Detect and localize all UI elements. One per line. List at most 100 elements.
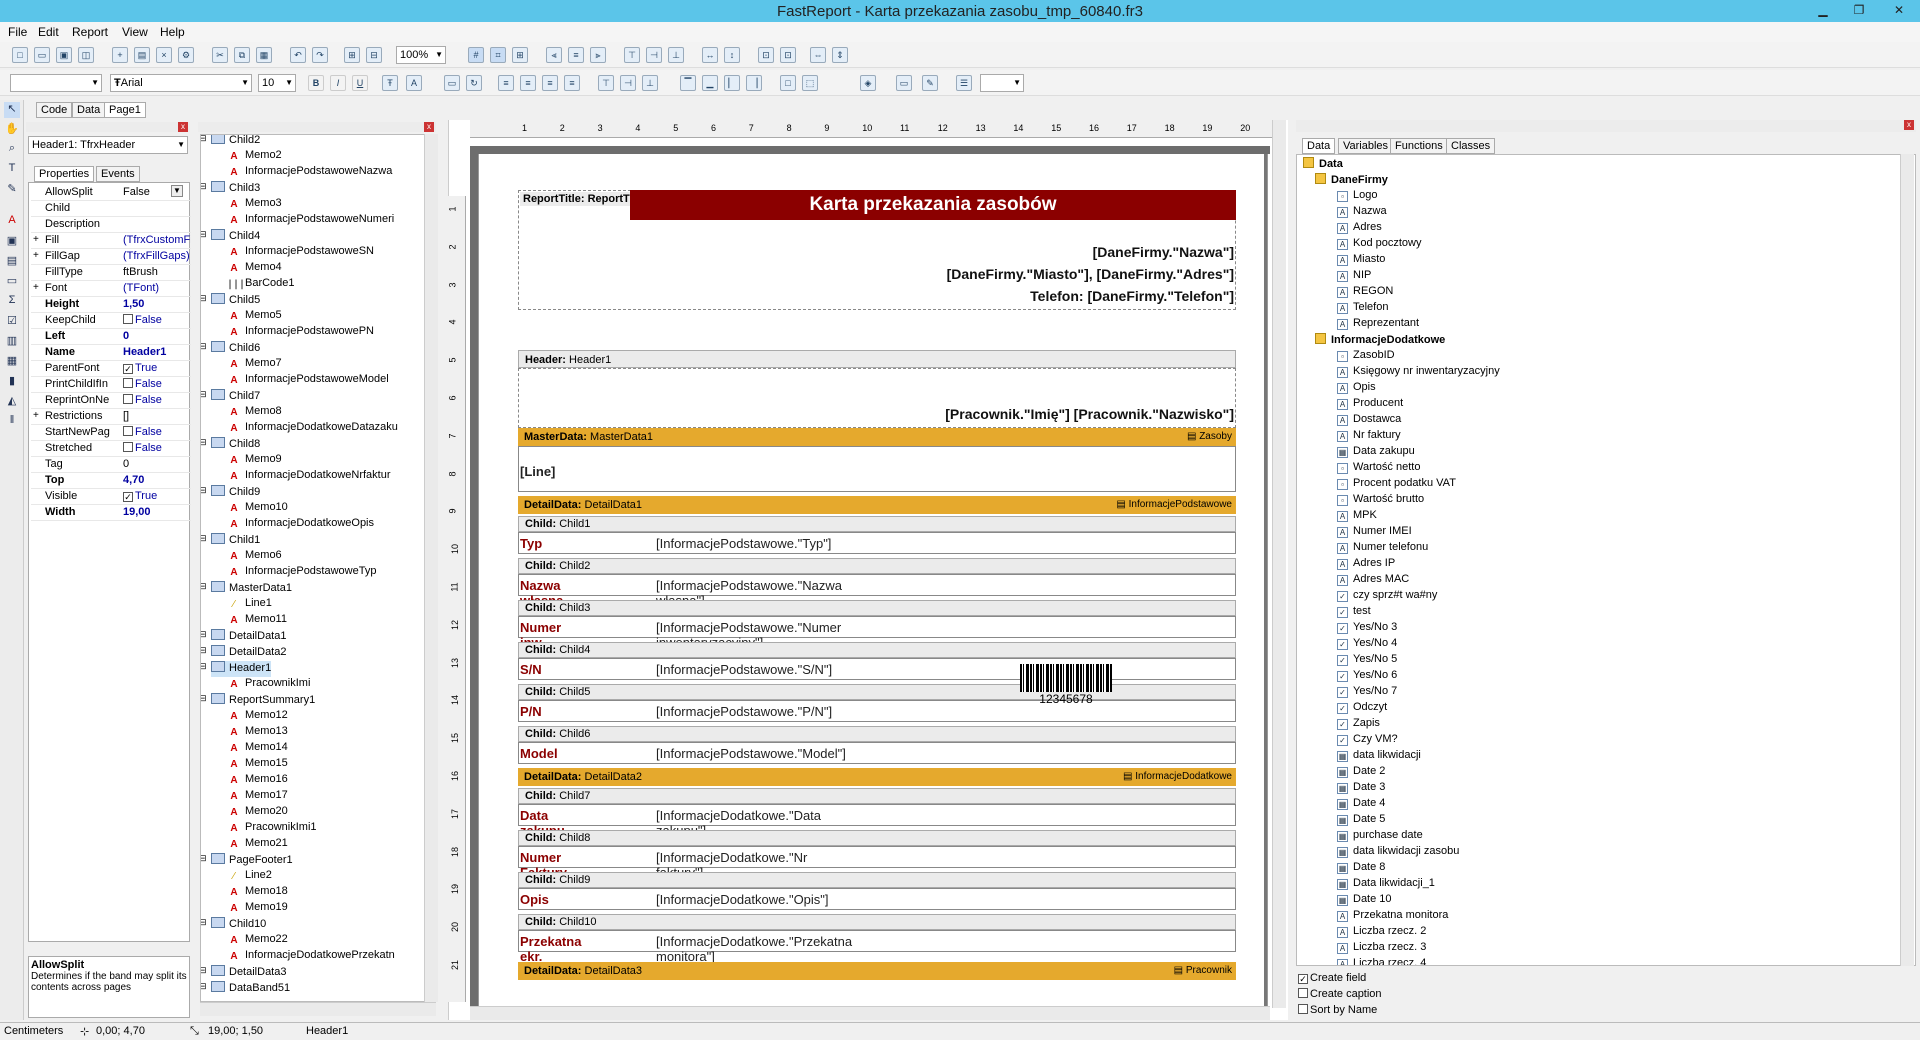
- collapse-icon[interactable]: ⊟: [201, 645, 207, 656]
- preview-icon[interactable]: ◫: [78, 47, 94, 63]
- font-name-combo[interactable]: ŦArial ▼: [110, 74, 252, 92]
- tree-object-node[interactable]: A Memo7: [227, 357, 281, 373]
- company-name-field[interactable]: [DaneFirmy."Nazwa"]: [860, 244, 1234, 260]
- tree-band-node[interactable]: DataBand51: [211, 981, 290, 997]
- collapse-icon[interactable]: ⊟: [201, 485, 207, 496]
- tree-object-node[interactable]: A Memo6: [227, 549, 281, 565]
- tab-page1[interactable]: Page1: [104, 102, 146, 118]
- align-right-icon[interactable]: ⫸: [590, 47, 606, 63]
- save-icon[interactable]: ▣: [56, 47, 72, 63]
- property-value[interactable]: 19,00: [123, 506, 191, 518]
- tree-object-node[interactable]: A Memo4: [227, 261, 281, 277]
- option-2[interactable]: Sort by Name: [1298, 1004, 1377, 1016]
- data-tree-scrollbar[interactable]: [1900, 154, 1914, 966]
- tree-object-node[interactable]: ⁄ Line1: [227, 597, 272, 613]
- checkbox-icon[interactable]: ✓: [123, 492, 133, 502]
- data-field[interactable]: [InformacjePodstawowe."Typ"]: [656, 536, 831, 551]
- field-caption[interactable]: Model: [520, 746, 558, 761]
- object-selector[interactable]: Header1: TfrxHeader ▼: [28, 136, 188, 154]
- data-field-node[interactable]: A Reprezentant: [1337, 317, 1419, 333]
- new-icon[interactable]: □: [12, 47, 28, 63]
- fill-color-icon[interactable]: ◈: [860, 75, 876, 91]
- option-1[interactable]: Create caption: [1298, 988, 1382, 1000]
- property-row[interactable]: AllowSplit False: [31, 185, 191, 201]
- align-middle-icon[interactable]: ⊣: [646, 47, 662, 63]
- property-row[interactable]: ParentFont ✓ True: [31, 361, 191, 377]
- copy-icon[interactable]: ⧉: [234, 47, 250, 63]
- child-band-caption[interactable]: Child: Child10: [518, 914, 1236, 930]
- checkbox-icon[interactable]: [123, 426, 133, 436]
- collapse-icon[interactable]: ⊟: [201, 693, 207, 704]
- property-value[interactable]: False: [123, 442, 191, 454]
- child-band-caption[interactable]: Child: Child1: [518, 516, 1236, 532]
- child-band-caption[interactable]: Child: Child5: [518, 684, 1236, 700]
- data-field-node[interactable]: A Adres IP: [1337, 557, 1395, 573]
- property-row[interactable]: Stretched False: [31, 441, 191, 457]
- tree-object-node[interactable]: A Memo11: [227, 613, 287, 629]
- tree-object-node[interactable]: A Memo10: [227, 501, 287, 517]
- tree-band-node[interactable]: Child7: [211, 389, 260, 405]
- tree-object-node[interactable]: A PracownikImi1: [227, 821, 316, 837]
- expand-icon[interactable]: +: [33, 282, 39, 293]
- field-caption[interactable]: P/N: [520, 704, 542, 719]
- align-bottom-icon[interactable]: ⊥: [668, 47, 684, 63]
- property-row[interactable]: FillType ftBrush: [31, 265, 191, 281]
- tree-band-node[interactable]: Child3: [211, 181, 260, 197]
- tree-object-node[interactable]: A InformacjePodstawoweSN: [227, 245, 374, 261]
- tree-object-node[interactable]: |||BarCode1: [227, 277, 295, 293]
- checkbox-object-icon[interactable]: ☑: [4, 314, 20, 330]
- report-title-text[interactable]: Karta przekazania zasobów: [630, 190, 1236, 220]
- style-combo[interactable]: ▼: [10, 74, 102, 92]
- tree-object-node[interactable]: A InformacjePodstawoweNumeri: [227, 213, 394, 229]
- data-field-node[interactable]: A Dostawca: [1337, 413, 1401, 429]
- data-field-node[interactable]: A Miasto: [1337, 253, 1385, 269]
- close-icon[interactable]: x: [1904, 120, 1914, 130]
- tree-object-node[interactable]: A InformacjeDodatkoweDatazaku: [227, 421, 397, 437]
- paste-icon[interactable]: ▦: [256, 47, 272, 63]
- tree-hscrollbar[interactable]: [200, 1002, 436, 1016]
- property-value[interactable]: False: [123, 314, 191, 326]
- undo-icon[interactable]: ↶: [290, 47, 306, 63]
- zoom-combo[interactable]: 100% ▼: [396, 46, 446, 64]
- property-row[interactable]: + Font (TFont): [31, 281, 191, 297]
- highlight-icon[interactable]: ▭: [444, 75, 460, 91]
- tab-functions[interactable]: Functions: [1390, 138, 1448, 154]
- datasource-node[interactable]: DaneFirmy: [1315, 173, 1388, 189]
- space-horz-icon[interactable]: ↔: [702, 47, 718, 63]
- child-band[interactable]: [518, 532, 1236, 554]
- data-field-node[interactable]: A Opis: [1337, 381, 1376, 397]
- data-field-node[interactable]: A NIP: [1337, 269, 1371, 285]
- child-band[interactable]: [518, 888, 1236, 910]
- data-field-node[interactable]: A Nazwa: [1337, 205, 1387, 221]
- zoom-tool-icon[interactable]: ⌕: [4, 142, 20, 158]
- data-field-node[interactable]: A Adres: [1337, 221, 1382, 237]
- data-field-node[interactable]: ▦ purchase date: [1337, 829, 1423, 845]
- select-tool-icon[interactable]: ↖: [4, 102, 20, 118]
- data-field-node[interactable]: ▫ Logo: [1337, 189, 1377, 205]
- collapse-icon[interactable]: ⊟: [201, 581, 207, 592]
- property-row[interactable]: ReprintOnNe False: [31, 393, 191, 409]
- tab-classes[interactable]: Classes: [1446, 138, 1496, 154]
- data-field[interactable]: [InformacjePodstawowe."S/N"]: [656, 662, 832, 677]
- datasource-node[interactable]: InformacjeDodatkowe: [1315, 333, 1445, 349]
- data-field-node[interactable]: ▦ data likwidacji zasobu: [1337, 845, 1459, 861]
- checkbox-icon[interactable]: [123, 394, 133, 404]
- data-field-node[interactable]: ✓ Yes/No 3: [1337, 621, 1397, 637]
- frame-color-icon[interactable]: ▭: [896, 75, 912, 91]
- menu-file[interactable]: File: [8, 25, 27, 39]
- header-band-caption[interactable]: Header: Header1: [518, 350, 1236, 368]
- child-band-caption[interactable]: Child: Child4: [518, 642, 1236, 658]
- tree-object-node[interactable]: A InformacjeDodatkoweNrfaktur: [227, 469, 390, 485]
- redo-icon[interactable]: ↷: [312, 47, 328, 63]
- data-field-node[interactable]: A Adres MAC: [1337, 573, 1409, 589]
- group-icon[interactable]: ⊞: [344, 47, 360, 63]
- child-band-caption[interactable]: Child: Child7: [518, 788, 1236, 804]
- data-field-node[interactable]: ✓ Odczyt: [1337, 701, 1387, 717]
- tree-band-node[interactable]: DetailData3: [211, 965, 286, 981]
- tab-code[interactable]: Code: [36, 102, 73, 118]
- data-field-node[interactable]: ✓ czy sprz#t wa#ny: [1337, 589, 1437, 605]
- menu-report[interactable]: Report: [72, 25, 108, 39]
- tree-object-node[interactable]: A PracownikImi: [227, 677, 310, 693]
- close-icon[interactable]: x: [424, 122, 434, 132]
- text-tool-icon[interactable]: T: [4, 162, 20, 178]
